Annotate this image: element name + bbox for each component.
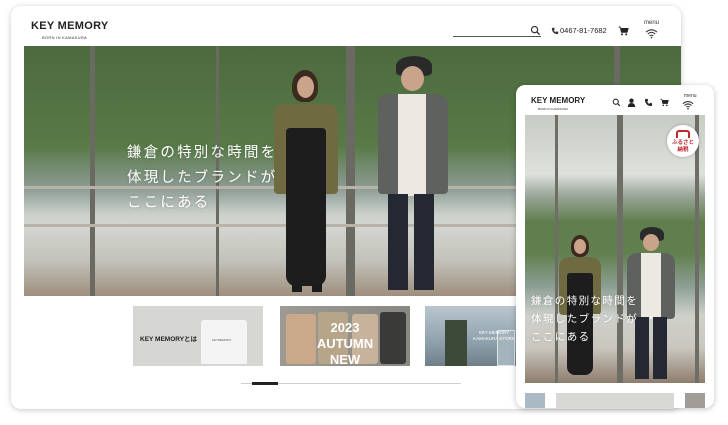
- search-icon[interactable]: [612, 98, 621, 107]
- site-logo[interactable]: KEY MEMORY: [31, 20, 109, 32]
- responsive-mockup-stage: KEY MEMORY BORN IN KAMAKURA 0467-81-7682…: [0, 0, 728, 425]
- window-frame: [346, 46, 355, 296]
- mobile-menu-label[interactable]: menu: [684, 93, 697, 99]
- phone-number[interactable]: 0467-81-7682: [560, 26, 607, 35]
- mobile-tile-peek[interactable]: [525, 393, 545, 408]
- mobile-hero-catchcopy: 鎌倉の特別な時間を 体現したブランドが ここにある: [531, 292, 638, 346]
- window-frame: [90, 46, 95, 296]
- phone-icon: [551, 27, 559, 35]
- mobile-site-logo[interactable]: KEY MEMORY: [531, 96, 585, 105]
- cart-icon[interactable]: [618, 26, 629, 36]
- mobile-site-logo-tagline: BORN IN KAMAKURA: [538, 107, 569, 111]
- tile-store-label: KEY MEMORY KAMAKURA STORE: [465, 330, 523, 342]
- hero-line: 体現したブランドが: [127, 170, 278, 186]
- cart-icon[interactable]: [660, 98, 669, 107]
- tile-label-line: KAMAKURA STORE: [473, 336, 515, 341]
- mobile-tile-peek[interactable]: [556, 393, 674, 408]
- hero-line: ここにある: [531, 331, 591, 343]
- menu-label[interactable]: menu: [644, 20, 659, 26]
- hero-line: ここにある: [127, 195, 211, 211]
- badge-line: 納税: [677, 147, 689, 153]
- wifi-menu-icon[interactable]: [682, 100, 694, 110]
- tshirt-image: [201, 320, 247, 364]
- tile-label-line: NEW ARRIVAL: [329, 352, 361, 366]
- window-frame: [695, 115, 699, 383]
- phone-icon[interactable]: [644, 98, 653, 107]
- wifi-menu-icon[interactable]: [645, 28, 658, 39]
- mobile-tile-peek[interactable]: [685, 393, 705, 408]
- roof-icon: [676, 130, 690, 138]
- search-input[interactable]: [453, 36, 541, 37]
- hero-line: 鎌倉の特別な時間を: [531, 295, 639, 307]
- tile-about[interactable]: KEY MEMORYとは KEYMEMORY: [133, 306, 263, 366]
- tile-about-label: KEY MEMORYとは: [140, 336, 198, 343]
- mobile-device-mockup: KEY MEMORY BORN IN KAMAKURA menu 鎌倉の特別な時…: [516, 85, 714, 408]
- carousel-pager-active[interactable]: [252, 382, 278, 385]
- tile-store[interactable]: KEY MEMORY KAMAKURA STORE: [425, 306, 525, 366]
- search-icon[interactable]: [530, 25, 541, 36]
- hero-catchcopy: 鎌倉の特別な時間を 体現したブランドが ここにある: [127, 141, 277, 216]
- furusato-nozei-badge[interactable]: ふるさと 納税: [667, 125, 699, 157]
- site-logo-tagline: BORN IN KAMAKURA: [42, 35, 88, 40]
- hero-line: 体現したブランドが: [531, 313, 639, 325]
- model-man: [372, 54, 452, 296]
- tshirt-print: KEYMEMORY: [212, 338, 232, 342]
- desktop-header: KEY MEMORY BORN IN KAMAKURA 0467-81-7682…: [11, 6, 681, 48]
- tile-new-arrival[interactable]: 2023 AUTUMN NEW ARRIVAL: [280, 306, 410, 366]
- tile-label-line: 2023 AUTUMN: [316, 320, 374, 351]
- user-icon[interactable]: [627, 98, 636, 107]
- hero-line: 鎌倉の特別な時間を: [127, 145, 278, 161]
- tile-new-arrival-label: 2023 AUTUMN NEW ARRIVAL: [302, 320, 388, 366]
